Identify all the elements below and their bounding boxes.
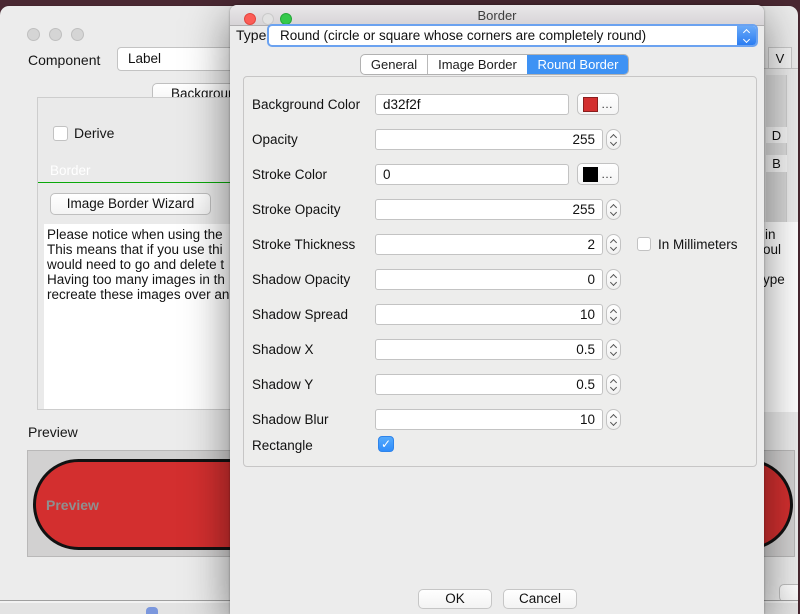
close-icon[interactable]	[27, 28, 40, 41]
shadow-opacity-input[interactable]: 0	[375, 269, 603, 290]
stroke-opacity-label: Stroke Opacity	[252, 199, 341, 220]
background-color-input[interactable]: d32f2f	[375, 94, 569, 115]
border-dialog: Border Type Round (circle or square whos…	[230, 5, 764, 614]
edge-text-fragment: oul	[763, 242, 781, 257]
stroke-thickness-stepper[interactable]	[606, 234, 621, 255]
shadow-x-label: Shadow X	[252, 339, 314, 360]
zoom-icon[interactable]	[71, 28, 84, 41]
edge-panel-fragment	[766, 143, 787, 155]
ellipsis-icon: …	[601, 99, 613, 109]
border-type-tabs: General Image Border Round Border	[360, 54, 629, 75]
stroke-thickness-label: Stroke Thickness	[252, 234, 355, 255]
dialog-titlebar[interactable]: Border	[230, 5, 764, 26]
edge-tab-fragment[interactable]: V	[768, 47, 792, 69]
stroke-color-label: Stroke Color	[252, 164, 327, 185]
rectangle-checkbox[interactable]: ✓	[378, 436, 394, 452]
edge-border-fragment[interactable]: B	[766, 155, 787, 172]
shadow-spread-label: Shadow Spread	[252, 304, 348, 325]
in-millimeters-checkbox[interactable]	[637, 237, 651, 251]
component-label: Component	[28, 48, 100, 72]
ellipsis-icon: …	[601, 169, 613, 179]
stroke-opacity-input[interactable]: 255	[375, 199, 603, 220]
in-millimeters-label: In Millimeters	[658, 234, 738, 255]
check-icon: ✓	[381, 437, 391, 451]
shadow-x-input[interactable]: 0.5	[375, 339, 603, 360]
shadow-blur-input[interactable]: 10	[375, 409, 603, 430]
desktop: Component Label Background Derive Border…	[0, 0, 800, 614]
shadow-opacity-label: Shadow Opacity	[252, 269, 350, 290]
shadow-y-stepper[interactable]	[606, 374, 621, 395]
shadow-x-stepper[interactable]	[606, 339, 621, 360]
image-border-wizard-button[interactable]: Image Border Wizard	[50, 193, 211, 215]
edge-panel-fragment	[766, 172, 787, 222]
cancel-button[interactable]: Cancel	[503, 589, 577, 609]
minimize-icon[interactable]	[49, 28, 62, 41]
stroke-opacity-stepper[interactable]	[606, 199, 621, 220]
tab-image-border[interactable]: Image Border	[427, 55, 527, 74]
dialog-title: Border	[230, 5, 764, 26]
ok-button[interactable]: OK	[418, 589, 492, 609]
shadow-y-input[interactable]: 0.5	[375, 374, 603, 395]
edge-text-fragment-area: in oul ype	[763, 222, 798, 412]
opacity-input[interactable]: 255	[375, 129, 603, 150]
edge-text-fragment: ype	[763, 272, 785, 287]
stroke-thickness-input[interactable]: 2	[375, 234, 603, 255]
shadow-spread-input[interactable]: 10	[375, 304, 603, 325]
color-swatch-icon	[583, 97, 598, 112]
stroke-color-input[interactable]: 0	[375, 164, 569, 185]
edge-panel-fragment	[766, 75, 787, 127]
type-select[interactable]: Round (circle or square whose corners ar…	[267, 24, 758, 47]
edge-text-fragment: in	[765, 227, 776, 242]
edge-tab-underline	[763, 68, 798, 69]
rectangle-label: Rectangle	[252, 435, 313, 456]
color-swatch-icon	[583, 167, 598, 182]
shadow-y-label: Shadow Y	[252, 374, 313, 395]
bottom-bar-glyph-icon[interactable]	[146, 607, 158, 614]
tab-general[interactable]: General	[361, 55, 427, 74]
edge-derive-fragment[interactable]: D	[766, 127, 787, 143]
background-color-label: Background Color	[252, 94, 360, 115]
preview-shape-label: Preview	[46, 497, 99, 513]
derive-label: Derive	[74, 123, 114, 143]
tab-round-border[interactable]: Round Border	[527, 55, 628, 74]
preview-section-label: Preview	[28, 424, 78, 440]
shadow-spread-stepper[interactable]	[606, 304, 621, 325]
combo-arrows-icon[interactable]	[737, 26, 756, 45]
opacity-label: Opacity	[252, 129, 298, 150]
stroke-color-picker-button[interactable]: …	[577, 163, 619, 185]
shadow-blur-stepper[interactable]	[606, 409, 621, 430]
shadow-blur-label: Shadow Blur	[252, 409, 329, 430]
type-label: Type	[236, 24, 266, 47]
derive-checkbox[interactable]	[53, 126, 68, 141]
type-select-value: Round (circle or square whose corners ar…	[269, 26, 756, 45]
border-list-item-label: Border	[50, 163, 91, 178]
shadow-opacity-stepper[interactable]	[606, 269, 621, 290]
round-border-panel: Background Color d32f2f … Opacity 255 St…	[243, 76, 757, 467]
background-color-picker-button[interactable]: …	[577, 93, 619, 115]
opacity-stepper[interactable]	[606, 129, 621, 150]
